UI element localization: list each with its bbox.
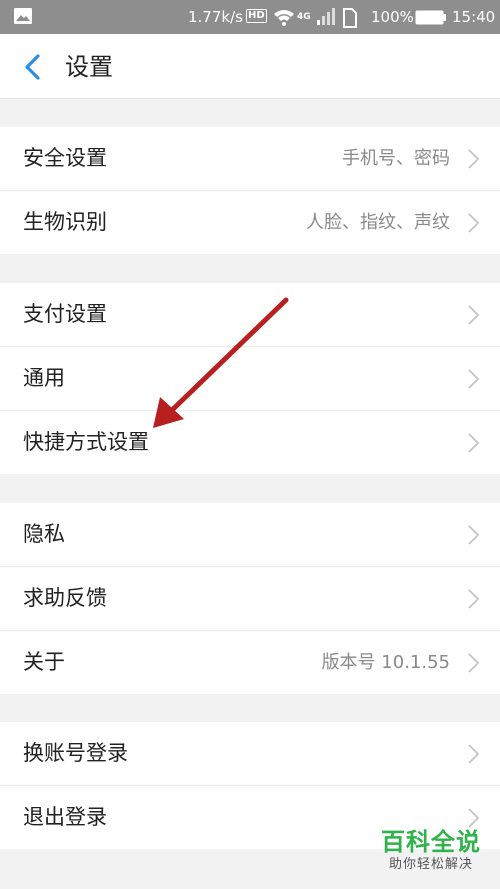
settings-item-feedback[interactable]: 求助反馈 xyxy=(0,567,500,631)
chevron-right-icon xyxy=(468,433,480,453)
settings-item-switch-account[interactable]: 换账号登录 xyxy=(0,722,500,786)
battery-icon xyxy=(415,10,447,29)
settings-item-privacy[interactable]: 隐私 xyxy=(0,503,500,567)
chevron-right-icon xyxy=(468,653,480,673)
settings-item-value: 人脸、指纹、声纹 xyxy=(306,212,450,233)
chevron-right-icon xyxy=(468,369,480,389)
settings-group-3: 隐私 求助反馈 关于 版本号 10.1.55 xyxy=(0,503,500,694)
settings-item-payment[interactable]: 支付设置 xyxy=(0,283,500,347)
settings-item-label: 隐私 xyxy=(23,522,65,546)
settings-item-label: 换账号登录 xyxy=(23,741,128,765)
battery-percentage: 100% xyxy=(371,8,414,26)
chevron-right-icon xyxy=(468,149,480,169)
settings-item-label: 通用 xyxy=(23,366,65,390)
chevron-right-icon xyxy=(468,744,480,764)
page-title: 设置 xyxy=(65,53,113,81)
chevron-left-icon xyxy=(25,54,40,80)
chevron-right-icon xyxy=(468,213,480,233)
chevron-right-icon xyxy=(468,589,480,609)
settings-group-2: 支付设置 通用 快捷方式设置 xyxy=(0,283,500,474)
settings-item-label: 生物识别 xyxy=(23,210,107,234)
image-icon xyxy=(13,7,33,29)
settings-item-shortcuts[interactable]: 快捷方式设置 xyxy=(0,411,500,474)
settings-item-biometrics[interactable]: 生物识别 人脸、指纹、声纹 xyxy=(0,191,500,254)
header-bar: 设置 xyxy=(0,34,500,99)
chevron-right-icon xyxy=(468,525,480,545)
chevron-right-icon xyxy=(468,305,480,325)
chevron-right-icon xyxy=(468,808,480,828)
settings-item-general[interactable]: 通用 xyxy=(0,347,500,411)
settings-item-security[interactable]: 安全设置 手机号、密码 xyxy=(0,127,500,191)
signal-icon xyxy=(316,8,336,30)
wifi-icon xyxy=(273,8,295,30)
watermark-logo: 百科全说 助你轻松解决 xyxy=(372,828,490,874)
hd-icon: HD xyxy=(246,9,267,23)
settings-item-label: 求助反馈 xyxy=(23,586,107,610)
watermark-subtitle: 助你轻松解决 xyxy=(388,857,473,872)
settings-item-value: 版本号 10.1.55 xyxy=(321,652,450,673)
settings-item-value: 手机号、密码 xyxy=(342,148,450,169)
settings-item-label: 退出登录 xyxy=(23,805,107,829)
network-type: 4G xyxy=(297,12,311,22)
settings-item-label: 安全设置 xyxy=(23,146,107,170)
clock: 15:40 xyxy=(452,8,496,26)
watermark-title: 百科全说 xyxy=(381,828,481,856)
status-bar: 1.77k/s HD 4G 100% 15:40 xyxy=(0,0,500,34)
settings-item-label: 支付设置 xyxy=(23,302,107,326)
settings-item-about[interactable]: 关于 版本号 10.1.55 xyxy=(0,631,500,694)
sim-icon xyxy=(342,8,358,32)
settings-group-1: 安全设置 手机号、密码 生物识别 人脸、指纹、声纹 xyxy=(0,127,500,254)
settings-item-label: 关于 xyxy=(23,650,65,674)
settings-item-label: 快捷方式设置 xyxy=(23,430,149,454)
network-speed: 1.77k/s xyxy=(188,8,243,26)
back-button[interactable] xyxy=(16,50,50,84)
